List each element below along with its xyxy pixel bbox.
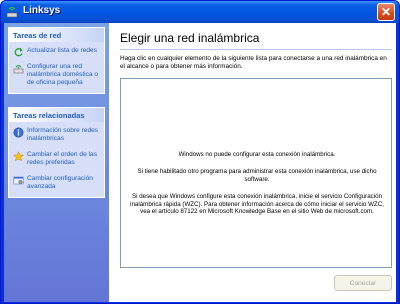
connect-button[interactable]: Conectar [334, 275, 392, 291]
advanced-settings-icon [13, 175, 24, 186]
title-bar[interactable]: Linksys ✕ [1, 1, 399, 23]
change-preferred-order-label: Cambiar el orden de las redes preferidas [27, 151, 98, 166]
window-title: Linksys [23, 5, 61, 16]
close-icon: ✕ [380, 5, 392, 19]
refresh-icon [13, 47, 24, 58]
refresh-network-list-link[interactable]: Actualizar lista de redes [13, 47, 100, 58]
network-tasks-header[interactable]: Tareas de red [9, 28, 104, 42]
network-list[interactable]: Windows no puede configurar esta conexió… [120, 78, 392, 268]
advanced-settings-label: Cambiar configuración avanzada [27, 175, 93, 190]
wireless-setup-icon [13, 63, 24, 74]
close-button[interactable]: ✕ [377, 3, 395, 21]
wireless-network-icon [5, 5, 19, 19]
error-message: Windows no puede configurar esta conexió… [178, 151, 336, 158]
network-tasks-panel: Tareas de red Actualizar lista de redes [8, 27, 105, 94]
star-icon [13, 151, 24, 162]
instructions-text: Haga clic en cualquier elemento de la si… [120, 55, 387, 70]
title-divider [120, 49, 392, 50]
other-program-message: Si tiene habilitado otro programa para a… [137, 168, 377, 183]
advanced-settings-link[interactable]: Cambiar configuración avanzada [13, 175, 100, 191]
setup-wireless-network-link[interactable]: Configurar una red inalámbrica doméstica… [13, 63, 100, 87]
window-client: Tareas de red Actualizar lista de redes [4, 23, 396, 302]
related-tasks-panel: Tareas relacionadas Información sobre re… [8, 107, 105, 198]
refresh-network-list-label: Actualizar lista de redes [27, 47, 98, 54]
page-title: Elegir una red inalámbrica [120, 31, 260, 45]
setup-wireless-network-label: Configurar una red inalámbrica doméstica… [27, 63, 99, 86]
info-icon [13, 127, 24, 138]
change-preferred-order-link[interactable]: Cambiar el orden de las redes preferidas [13, 151, 100, 167]
related-tasks-header[interactable]: Tareas relacionadas [9, 108, 104, 122]
main-content: Elegir una red inalámbrica Haga clic en … [109, 23, 396, 302]
wireless-info-link[interactable]: Información sobre redes inalámbricas [13, 127, 100, 143]
wireless-info-label: Información sobre redes inalámbricas [27, 127, 99, 142]
app-window: Linksys ✕ Tareas de red Actualizar lista… [0, 0, 400, 304]
task-sidebar: Tareas de red Actualizar lista de redes [4, 23, 109, 302]
wzc-help-message: Si desea que Windows configure esta cone… [130, 193, 384, 215]
